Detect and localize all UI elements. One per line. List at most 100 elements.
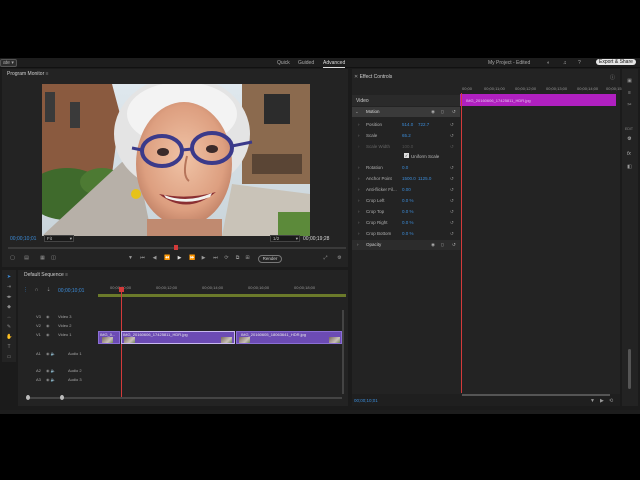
tools-icon[interactable]: ✂ (627, 103, 632, 108)
trash-icon[interactable]: ▯ (441, 109, 443, 115)
property-value[interactable]: 1500.0 (402, 176, 416, 181)
reset-icon[interactable]: ↺ (450, 187, 454, 193)
timeline-horizontal-scrollbar[interactable] (26, 397, 342, 399)
loop-icon[interactable]: ⟳ (224, 256, 229, 261)
type-tool-icon[interactable]: T (6, 344, 12, 350)
mode-quick[interactable]: Quick (277, 60, 290, 66)
ec-property-row[interactable]: › Anchor Point 1500.0 1125.0 ↺ (352, 174, 460, 184)
property-value[interactable]: 0.00 (402, 187, 411, 192)
timeline-ruler[interactable]: 00;00;10;00 00;00;12;00 00;00;14;00 00;0… (98, 282, 346, 300)
go-to-start-icon[interactable]: ⏮ (140, 256, 145, 261)
timeline-vertical-scrollbar[interactable] (342, 310, 344, 394)
razor-icon[interactable]: ◆ (6, 304, 12, 310)
program-monitor-tab[interactable]: Program Monitor ≡ (7, 71, 49, 77)
step-back-icon[interactable]: ◀ (152, 256, 157, 261)
slip-icon[interactable]: ↔ (6, 314, 12, 320)
rewind-icon[interactable]: ⏪ (164, 256, 170, 261)
export-share-button[interactable]: Export & Share (596, 59, 636, 65)
reset-icon[interactable]: ↺ (450, 176, 454, 182)
reset-icon[interactable]: ↺ (452, 242, 456, 248)
timeline-clip[interactable]: IMG_0... (98, 331, 120, 344)
split-icon[interactable]: ⊞ (245, 256, 250, 261)
reset-icon[interactable]: ↺ (450, 198, 454, 204)
grid-icon[interactable]: ▦ (40, 256, 45, 261)
opacity-effect-row[interactable]: › Opacity ◉ ▯ ↺ (352, 240, 460, 250)
expand-arrow-icon[interactable]: › (358, 209, 360, 214)
play-audio-icon[interactable]: ▶ (600, 398, 604, 404)
toggle-output-icon[interactable]: ◉ (46, 323, 50, 328)
property-value[interactable]: 65.2 (402, 133, 411, 138)
ec-property-row[interactable]: › Crop Bottom 0.0 % ↺ (352, 229, 460, 239)
property-value[interactable]: 0.0 (402, 165, 408, 170)
motion-effect-row[interactable]: ⌄ Motion ◉ ▯ ↺ (352, 107, 460, 117)
timeline-clip-selected[interactable]: IMG_20160606_17425811_HDR.jpg (121, 331, 235, 344)
property-value[interactable]: 0.0 % (402, 220, 414, 225)
snap-icon[interactable]: ⋮ (23, 288, 28, 293)
reset-icon[interactable]: ↺ (450, 209, 454, 215)
adjustments-icon[interactable]: ⚙ (627, 137, 632, 142)
fx-icon[interactable]: fx (627, 151, 631, 157)
fullscreen-icon[interactable]: ⤢ (323, 256, 328, 261)
rectangle-tool-icon[interactable]: ▭ (6, 354, 12, 360)
expand-arrow-icon[interactable]: › (358, 133, 360, 138)
mode-advanced[interactable]: Advanced (323, 60, 346, 68)
property-value[interactable]: 0.0 % (402, 209, 414, 214)
playback-quality-select[interactable]: 1/2 ▾ (270, 235, 300, 242)
layout-icon[interactable]: ▤ (24, 256, 29, 261)
rail-scrollbar[interactable] (628, 349, 631, 389)
ec-property-row[interactable]: › Position 514.0 722.7 ↺ (352, 120, 460, 130)
help-icon[interactable]: ? (578, 60, 581, 66)
mode-guided[interactable]: Guided (298, 60, 314, 66)
settings-icon[interactable]: ⚙ (337, 256, 342, 261)
reset-icon[interactable]: ↺ (452, 109, 456, 115)
expand-arrow-icon[interactable]: › (358, 220, 360, 225)
scrollbar-handle[interactable] (26, 395, 30, 400)
adjust-icon[interactable]: ≡ (627, 91, 632, 96)
expand-arrow-icon[interactable]: › (358, 176, 360, 181)
snapshot-icon[interactable]: ◫ (51, 256, 56, 261)
expand-arrow-icon[interactable]: › (358, 231, 360, 236)
monitor-playhead[interactable] (174, 245, 178, 250)
marker-icon[interactable]: ▼ (128, 256, 133, 261)
safe-margins-icon[interactable]: ▢ (10, 256, 15, 261)
loop-icon[interactable]: ⟲ (609, 398, 613, 404)
visibility-eye-icon[interactable]: ◉ (431, 242, 435, 248)
reset-icon[interactable]: ↺ (450, 133, 454, 139)
ec-horizontal-scrollbar[interactable] (462, 394, 610, 396)
panel-menu-icon[interactable]: ≡ (46, 71, 49, 77)
property-value-2[interactable]: 722.7 (418, 122, 429, 127)
trash-icon[interactable]: ▯ (441, 242, 443, 248)
ec-playhead[interactable] (461, 93, 462, 393)
sequence-tab[interactable]: Default Sequence ≡ (24, 272, 68, 278)
property-value[interactable]: 0.0 % (402, 198, 414, 203)
ec-clip-bar[interactable]: IMG_20160606_17425811_HDR.jpg (460, 94, 616, 106)
effects-icon[interactable]: ▣ (627, 79, 632, 84)
app-menu-dropdown[interactable]: ate ▾ (0, 59, 17, 67)
ripple-edit-icon[interactable]: ◂▸ (6, 294, 12, 300)
property-value[interactable]: 514.0 (402, 122, 413, 127)
video-frame[interactable] (42, 84, 310, 236)
ec-property-row[interactable]: › Crop Right 0.0 % ↺ (352, 218, 460, 228)
zoom-fit-select[interactable]: Fit ▾ (44, 235, 74, 242)
expand-arrow-icon[interactable]: › (358, 122, 360, 127)
effect-controls-ruler[interactable]: 00;00 00;00;11;00 00;00;12;00 00;00;13;0… (460, 85, 627, 93)
uniform-scale-checkbox[interactable]: ✓ (404, 153, 409, 158)
ec-property-row[interactable]: › Anti-flicker Fil... 0.00 ↺ (352, 185, 460, 195)
speaker-icon[interactable]: ◉ 🔈 (46, 351, 56, 356)
hand-icon[interactable]: ✋ (6, 334, 12, 340)
color-icon[interactable]: ◧ (627, 165, 632, 170)
bell-icon[interactable]: ♫ (563, 60, 567, 66)
panel-menu-icon[interactable]: ≡ (65, 272, 68, 278)
ec-property-row[interactable]: › Crop Top 0.0 % ↺ (352, 207, 460, 217)
filter-icon[interactable]: ▼ (590, 398, 595, 404)
fast-forward-icon[interactable]: ⏩ (189, 256, 195, 261)
uniform-scale-row[interactable]: ✓ Uniform Scale (352, 152, 460, 162)
work-area-bar[interactable] (98, 294, 346, 297)
play-icon[interactable]: ▶ (177, 256, 182, 261)
add-marker-icon[interactable]: ⇣ (46, 288, 51, 293)
render-button[interactable]: Render (258, 255, 282, 263)
monitor-timecode-left[interactable]: 00;00;10;01 (10, 236, 36, 242)
close-icon[interactable]: ✕ (354, 74, 358, 80)
pen-icon[interactable]: ✎ (6, 324, 12, 330)
reset-icon[interactable]: ↺ (450, 165, 454, 171)
